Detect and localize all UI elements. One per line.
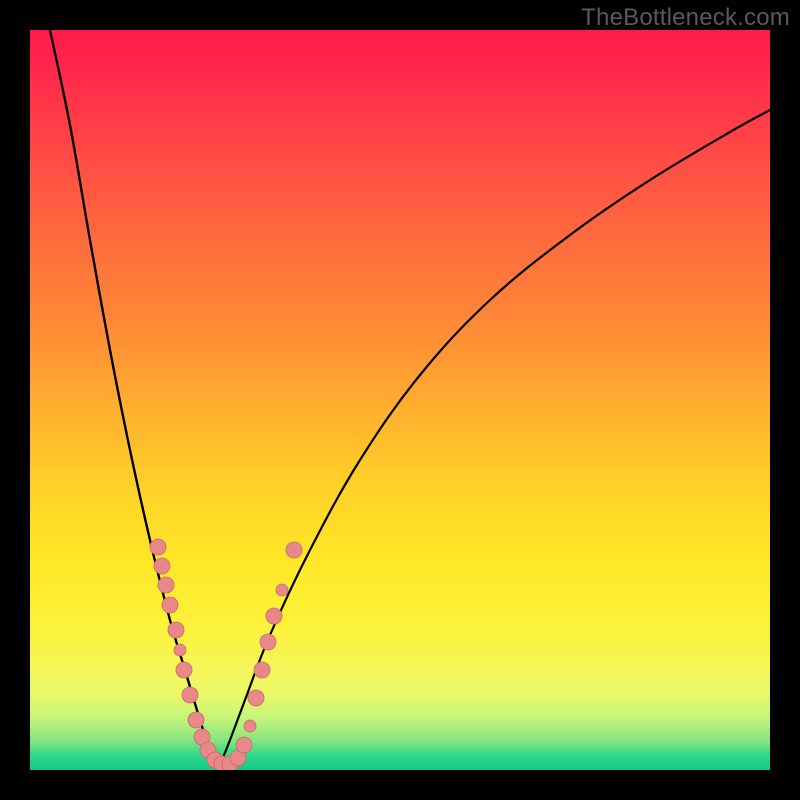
watermark-text: TheBottleneck.com xyxy=(581,4,790,32)
scatter-point xyxy=(236,737,252,753)
scatter-point xyxy=(266,608,282,624)
left-curve xyxy=(50,30,220,765)
scatter-point xyxy=(162,597,178,613)
scatter-markers xyxy=(150,539,302,770)
chart-frame: TheBottleneck.com xyxy=(0,0,800,800)
scatter-point xyxy=(244,720,256,732)
scatter-point xyxy=(150,539,166,555)
scatter-point xyxy=(188,712,204,728)
scatter-point xyxy=(154,558,170,574)
scatter-point xyxy=(254,662,270,678)
scatter-point xyxy=(286,542,302,558)
scatter-point xyxy=(276,584,288,596)
right-curve xyxy=(220,110,770,765)
scatter-point xyxy=(168,622,184,638)
scatter-point xyxy=(176,662,192,678)
scatter-point xyxy=(182,687,198,703)
scatter-point xyxy=(174,644,186,656)
scatter-point xyxy=(158,577,174,593)
scatter-point xyxy=(260,634,276,650)
scatter-point xyxy=(248,690,264,706)
chart-svg xyxy=(30,30,770,770)
plot-area xyxy=(30,30,770,770)
